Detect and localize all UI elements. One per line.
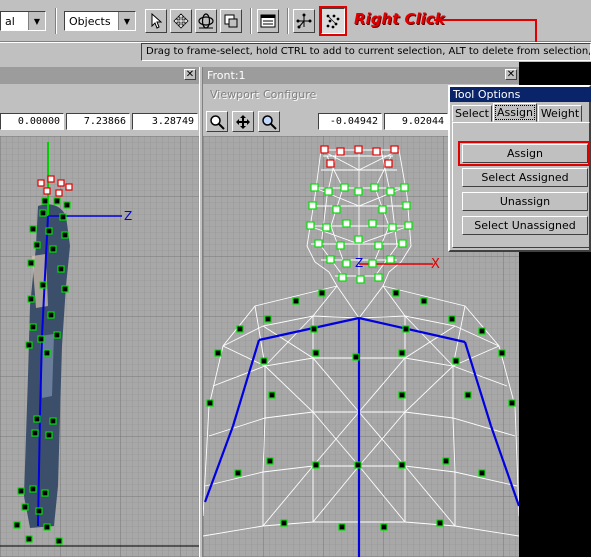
select-unassigned-button[interactable]: Select Unassigned bbox=[462, 216, 588, 235]
status-text-field: Drag to frame-select, hold CTRL to add t… bbox=[141, 43, 591, 61]
left-coord-z: 3.28749 bbox=[132, 113, 198, 130]
left-axis-z-label: Z bbox=[124, 209, 132, 223]
toolbar-separator bbox=[287, 8, 289, 34]
move-tool-button[interactable] bbox=[170, 9, 192, 33]
tool-options-title-bar[interactable]: Tool Options bbox=[450, 87, 591, 102]
front-viewport-title: Front:1 bbox=[207, 69, 246, 82]
chevron-down-icon: ▼ bbox=[28, 12, 45, 30]
front-axis-z-label: Z bbox=[355, 256, 363, 270]
tab-weight[interactable]: Weight bbox=[538, 105, 582, 122]
left-viewport-header bbox=[0, 67, 199, 84]
mode-dropdown-value: al bbox=[5, 14, 15, 28]
toolbar-separator bbox=[55, 8, 57, 34]
select-arrow-icon bbox=[151, 13, 163, 29]
bones-tool-button[interactable] bbox=[293, 9, 315, 33]
region-icon bbox=[224, 14, 238, 28]
zoom-extents-icon bbox=[262, 114, 277, 130]
tool-options-title: Tool Options bbox=[453, 88, 521, 101]
window-icon bbox=[260, 14, 276, 28]
pan-button[interactable] bbox=[232, 111, 254, 132]
selection-filter-dropdown[interactable]: Objects ▼ bbox=[64, 11, 136, 31]
front-axis-x-label: X bbox=[431, 257, 440, 272]
left-coord-y: 7.23866 bbox=[66, 113, 130, 130]
front-viewport-header: Front:1 bbox=[203, 67, 519, 84]
zoom-button[interactable] bbox=[206, 111, 228, 132]
select-assigned-button[interactable]: Select Assigned bbox=[462, 168, 588, 187]
left-viewport-close-icon[interactable]: ✕ bbox=[184, 69, 196, 80]
mode-dropdown[interactable]: al ▼ bbox=[0, 11, 46, 31]
left-viewport-canvas[interactable]: Z bbox=[0, 136, 199, 557]
move-icon bbox=[173, 13, 189, 29]
toolbar-separator bbox=[250, 8, 252, 34]
select-tool-button[interactable] bbox=[145, 9, 167, 33]
front-viewport-close-icon[interactable]: ✕ bbox=[505, 69, 517, 80]
front-viewport-menu-configure[interactable]: Configure bbox=[263, 88, 316, 101]
window-toggle-button[interactable] bbox=[257, 9, 279, 33]
vertex-assign-inner bbox=[321, 8, 345, 34]
left-coord-x: 0.00000 bbox=[0, 113, 64, 130]
pan-icon bbox=[236, 114, 250, 129]
front-coord-y: 9.02044 bbox=[384, 113, 448, 130]
assign-button[interactable]: Assign bbox=[462, 144, 588, 163]
vertex-assign-tool-button[interactable] bbox=[319, 6, 347, 36]
rotate-icon bbox=[198, 13, 214, 29]
front-viewport-menu-viewport[interactable]: Viewport bbox=[210, 88, 259, 101]
tab-assign[interactable]: Assign bbox=[493, 103, 537, 122]
rotate-tool-button[interactable] bbox=[195, 9, 217, 33]
status-text: Drag to frame-select, hold CTRL to add t… bbox=[146, 46, 591, 57]
chevron-down-icon: ▼ bbox=[118, 12, 135, 30]
unassign-button[interactable]: Unassign bbox=[462, 192, 588, 211]
front-coord-x: -0.04942 bbox=[318, 113, 382, 130]
tab-select[interactable]: Select bbox=[452, 105, 492, 122]
bones-icon bbox=[296, 13, 312, 29]
zoom-icon bbox=[210, 114, 225, 130]
selection-filter-value: Objects bbox=[69, 14, 111, 28]
zoom-extents-button[interactable] bbox=[258, 111, 280, 132]
region-select-button[interactable] bbox=[220, 9, 242, 33]
vertex-paint-icon bbox=[326, 14, 340, 29]
